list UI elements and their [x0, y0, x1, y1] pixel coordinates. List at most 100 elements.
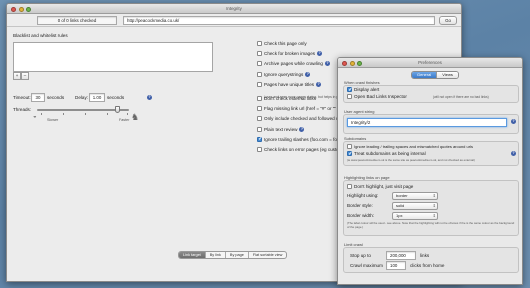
prefs-close-button[interactable]	[342, 60, 347, 66]
url-input[interactable]: http://peacockmedia.co.uk/	[123, 16, 435, 25]
option-help-icon[interactable]: ?	[317, 51, 323, 57]
slider-tick	[41, 113, 42, 115]
treat-subdomains-text: Treat subdomains as being internal	[354, 151, 426, 156]
display-alert-box[interactable]	[347, 87, 353, 93]
preferences-titlebar: Preferences	[338, 58, 522, 68]
treat-subdomains-checkbox[interactable]: Treat subdomains as being internal	[347, 151, 426, 157]
main-window-title: Integrity	[226, 6, 242, 11]
view-tab[interactable]: Flat sortable view	[249, 252, 287, 258]
blacklist-label: Blacklist and whitelist rules	[13, 33, 68, 38]
minimize-window-button[interactable]	[18, 6, 24, 12]
rules-list[interactable]	[13, 42, 213, 72]
dont-highlight-checkbox[interactable]: Don't highlight, just visit page	[347, 184, 413, 189]
border-style-select[interactable]: solid	[392, 202, 438, 210]
dont-highlight-text: Don't highlight, just visit page	[354, 184, 414, 189]
zoom-window-button[interactable]	[26, 6, 31, 12]
delay-help-icon[interactable]: ?	[147, 95, 152, 100]
delay-input[interactable]: 1.00	[89, 93, 105, 102]
delay-label: Delay:	[75, 95, 89, 100]
option-checkbox-box[interactable]	[257, 147, 262, 152]
option-checkbox[interactable]: Check for broken images?	[257, 51, 323, 57]
option-checkbox-box[interactable]	[257, 96, 262, 101]
option-checkbox-box[interactable]	[257, 126, 262, 132]
option-checkbox-label: Flag missing link url (href = "#" or ""	[264, 106, 337, 112]
option-checkbox[interactable]: Check this page only	[257, 41, 307, 46]
go-button[interactable]: Go	[439, 16, 457, 25]
tortoise-icon: ◒	[33, 114, 37, 120]
option-checkbox-label: Don't check external links	[264, 96, 316, 101]
option-checkbox-box[interactable]	[257, 136, 263, 142]
view-tab[interactable]: Link target	[179, 252, 206, 258]
option-checkbox-label: Check links on error pages (eg custom	[264, 147, 343, 152]
status-field: 0 of 0 links checked	[37, 16, 117, 25]
option-checkbox[interactable]: Plain text review?	[257, 126, 305, 132]
view-tab[interactable]: By page	[226, 252, 249, 258]
open-bad-links-box[interactable]	[347, 94, 352, 99]
main-titlebar: Integrity	[7, 4, 461, 14]
highlight-note: (The label colour will be used - see abo…	[347, 221, 515, 229]
ignore-leading-box[interactable]	[347, 144, 352, 149]
prefs-tab[interactable]: General	[412, 72, 438, 78]
display-alert-checkbox[interactable]: Display alert	[347, 87, 380, 93]
slider-tick	[85, 113, 86, 115]
option-checkbox[interactable]: Only include checked and followed urls	[257, 116, 344, 122]
add-rule-button[interactable]: +	[13, 72, 21, 80]
open-bad-links-text: Open Bad Links Inspector	[354, 94, 407, 99]
subdomains-note: (ie www.peacockmedia.co.uk is the same s…	[347, 158, 475, 162]
user-agent-input[interactable]: Integrity/2	[347, 118, 507, 127]
option-help-icon[interactable]: ?	[299, 126, 305, 132]
subdomains-help-icon[interactable]: ?	[511, 151, 516, 156]
prefs-tab[interactable]: Views	[437, 72, 458, 78]
prefs-zoom-button[interactable]	[357, 60, 362, 66]
stop-up-to-input[interactable]: 200,000	[386, 251, 416, 260]
ignore-leading-text: Ignore leading / trailing spaces and mis…	[354, 144, 473, 149]
prefs-minimize-button[interactable]	[349, 60, 355, 66]
highlight-using-label: Highlight using:	[347, 193, 379, 198]
option-help-icon[interactable]: ?	[316, 81, 322, 87]
option-checkbox-box[interactable]	[257, 81, 262, 87]
slider-min-label: Slower	[47, 118, 59, 122]
crawl-max-input[interactable]: 100	[386, 261, 406, 270]
option-checkbox-box[interactable]	[257, 51, 262, 57]
ignore-leading-checkbox[interactable]: Ignore leading / trailing spaces and mis…	[347, 144, 473, 149]
option-checkbox[interactable]: Archive pages while crawling?	[257, 61, 330, 67]
timeout-label: Timeout:	[13, 95, 31, 100]
limit-crawl-group	[343, 247, 519, 273]
option-checkbox-box[interactable]	[257, 71, 262, 77]
preferences-window: Preferences General Views When crawl fini…	[337, 57, 523, 285]
view-tab[interactable]: By link	[206, 252, 226, 258]
option-checkbox-label: Plain text review	[264, 126, 298, 132]
slider-tick	[63, 113, 64, 115]
dont-highlight-box[interactable]	[347, 184, 352, 189]
option-checkbox-label: Archive pages while crawling	[264, 61, 323, 67]
option-checkbox[interactable]: Flag missing link url (href = "#" or ""	[257, 106, 337, 112]
option-help-icon[interactable]: ?	[324, 61, 330, 67]
option-checkbox-box[interactable]	[257, 61, 262, 67]
option-checkbox-label: Only include checked and followed urls	[264, 116, 344, 122]
border-width-label: Border width:	[347, 213, 375, 218]
window-controls	[11, 6, 31, 12]
treat-subdomains-box[interactable]	[347, 151, 353, 157]
option-checkbox-box[interactable]	[257, 41, 262, 46]
option-checkbox[interactable]: Check links on error pages (eg custom	[257, 147, 343, 152]
crawl-max-unit: clicks from home	[410, 263, 445, 268]
slider-max-label: Faster	[119, 118, 130, 122]
open-bad-links-checkbox[interactable]: Open Bad Links Inspector	[347, 94, 407, 99]
border-width-select[interactable]: 1px	[392, 212, 438, 220]
display-alert-text: Display alert	[354, 87, 380, 92]
option-checkbox[interactable]: Ignore querystrings?	[257, 71, 311, 77]
highlight-using-select[interactable]: border	[392, 192, 438, 200]
option-checkbox-box[interactable]	[257, 106, 262, 112]
option-checkbox-box[interactable]	[257, 116, 262, 122]
close-window-button[interactable]	[11, 6, 16, 12]
toolbar-divider	[7, 26, 461, 27]
remove-rule-button[interactable]: –	[21, 72, 29, 80]
option-checkbox[interactable]: Pages have unique titles?	[257, 81, 322, 87]
timeout-input[interactable]: 30	[31, 93, 45, 102]
user-agent-help-icon[interactable]: ?	[511, 119, 516, 124]
option-checkbox[interactable]: Don't check external links	[257, 96, 316, 101]
option-help-icon[interactable]: ?	[305, 71, 311, 77]
preferences-title: Preferences	[418, 60, 442, 65]
threads-slider-knob[interactable]	[115, 106, 120, 113]
border-style-label: Border style:	[347, 203, 373, 208]
